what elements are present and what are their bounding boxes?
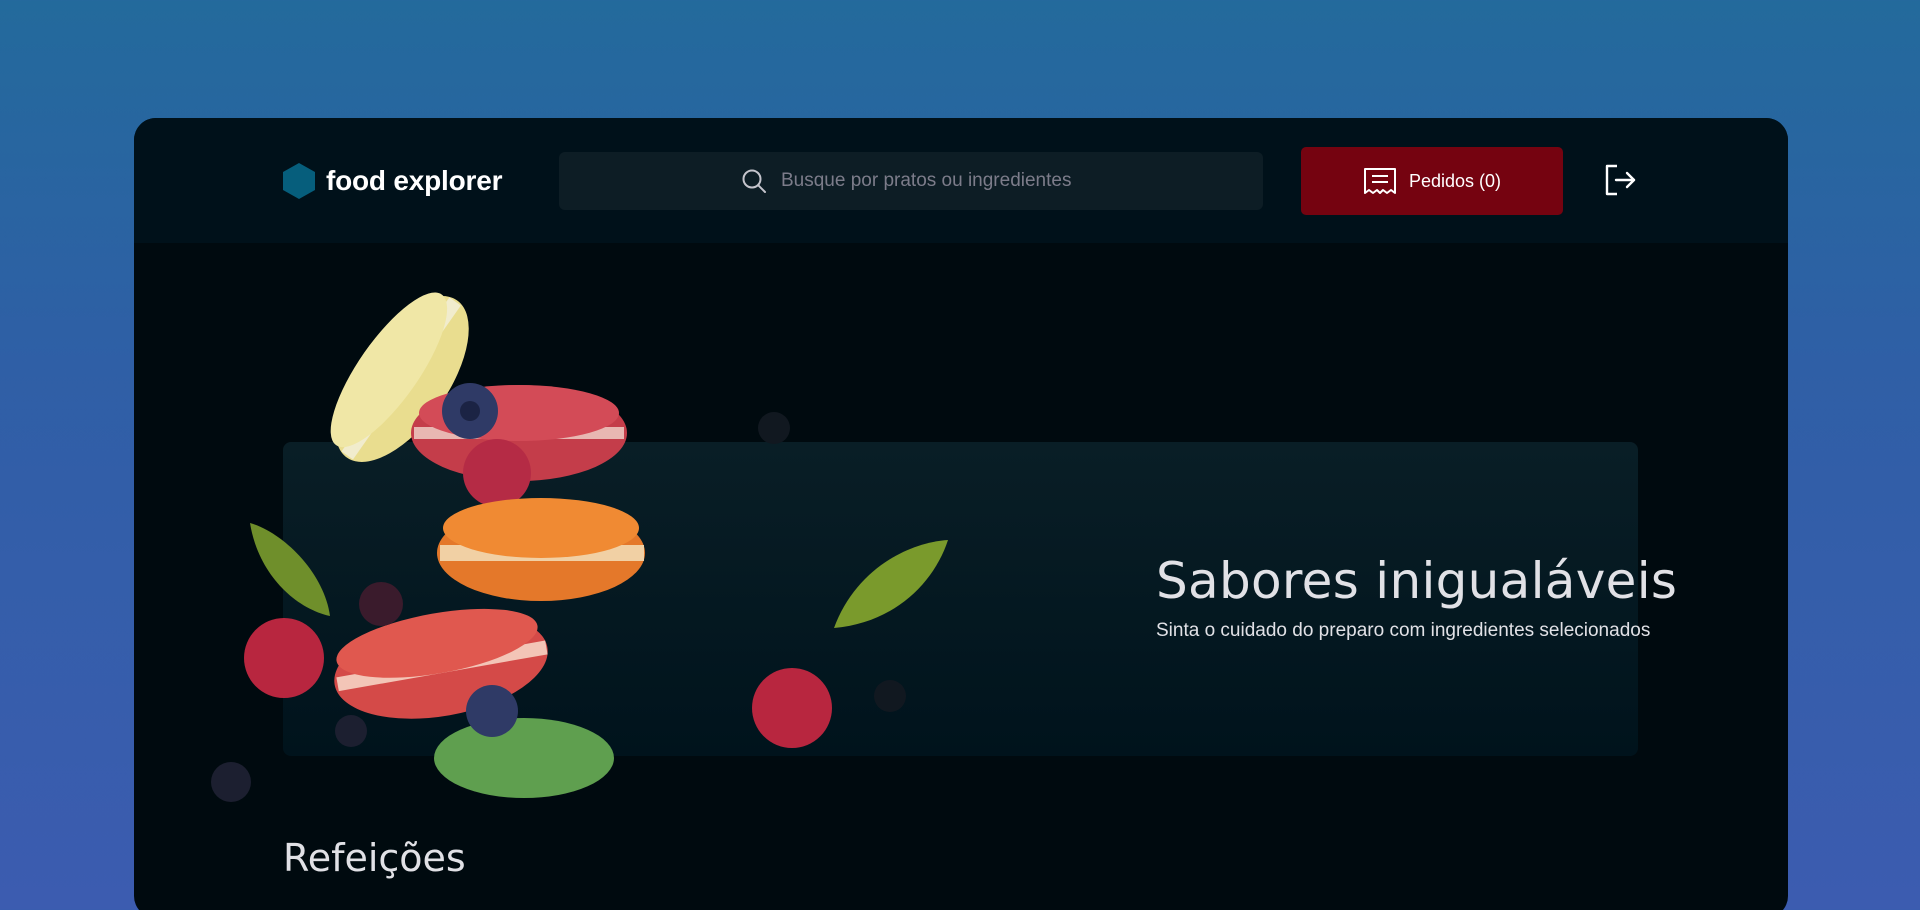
section-title-meals: Refeições [283, 836, 466, 880]
search-bar[interactable] [559, 152, 1263, 210]
sign-out-icon [1605, 164, 1636, 196]
orders-button[interactable]: Pedidos (0) [1301, 147, 1563, 215]
banner-title: Sabores inigualáveis [1156, 552, 1678, 610]
macarons-image [211, 292, 948, 802]
banner-text: Sabores inigualáveis Sinta o cuidado do … [1156, 552, 1677, 642]
receipt-icon [1363, 168, 1396, 194]
brand-name: food explorer [326, 165, 503, 196]
hexagon-logo-icon [283, 163, 315, 199]
orders-button-label: Pedidos (0) [1408, 170, 1502, 191]
sign-out-button[interactable] [1604, 163, 1638, 197]
search-icon [742, 169, 766, 193]
brand-logo[interactable]: food explorer [282, 162, 503, 200]
search-input[interactable] [781, 170, 1081, 192]
app-window: food explorer Pedidos (0) [134, 118, 1788, 910]
header: food explorer Pedidos (0) [134, 118, 1788, 243]
banner-subtitle: Sinta o cuidado do preparo com ingredien… [1156, 620, 1651, 641]
